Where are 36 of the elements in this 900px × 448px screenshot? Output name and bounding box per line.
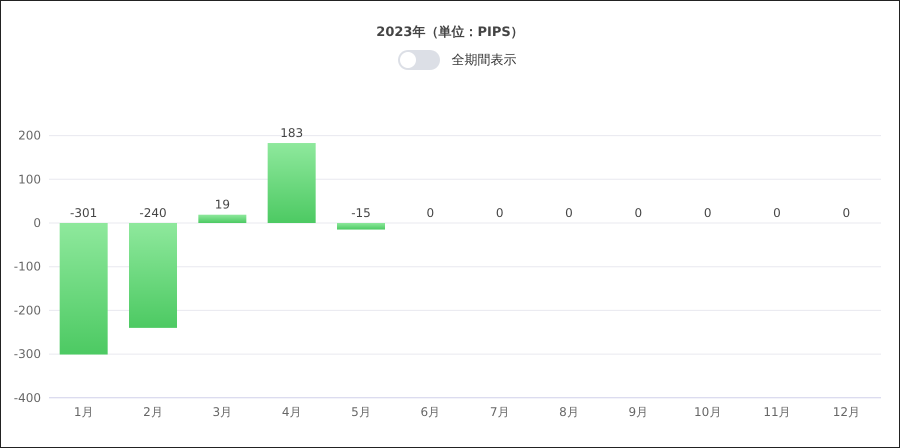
x-axis-label: 4月 [282,405,302,419]
data-label: 0 [426,206,434,220]
data-label: 0 [496,206,504,220]
y-axis-label: 200 [18,128,41,143]
chart-title: 2023年（単位：PIPS） [376,24,524,41]
toggle-label: 全期間表示 [452,52,516,69]
bar [337,223,385,230]
x-axis-label: 5月 [351,405,371,419]
y-axis-label: -300 [14,347,41,362]
x-axis-label: 8月 [559,405,579,419]
data-label: 0 [634,206,642,220]
toggle-switch[interactable] [398,50,440,70]
x-axis-label: 2月 [143,405,163,419]
y-axis-label: 100 [18,172,41,186]
x-axis-label: 3月 [212,405,232,419]
data-label: 0 [773,206,781,220]
x-axis-label: 7月 [490,405,510,419]
data-label: 0 [842,206,850,220]
data-label: 0 [565,206,573,220]
data-label: -240 [139,206,167,220]
data-label: -15 [351,206,371,220]
x-axis-label: 9月 [628,405,648,419]
x-axis-label: 1月 [74,405,94,419]
x-axis-label: 10月 [694,405,722,419]
x-axis-label: 6月 [420,405,440,419]
data-label: 19 [214,198,230,212]
x-axis-label: 11月 [763,405,791,419]
y-axis-label: -400 [14,390,41,405]
data-label: 0 [704,206,712,220]
data-label: -301 [70,206,98,220]
y-axis-label: -200 [14,303,41,318]
data-label: 183 [280,126,304,140]
y-axis-label: 0 [33,216,41,230]
x-axis-label: 12月 [832,405,860,419]
bar [198,214,246,223]
y-axis-label: -100 [14,260,41,274]
